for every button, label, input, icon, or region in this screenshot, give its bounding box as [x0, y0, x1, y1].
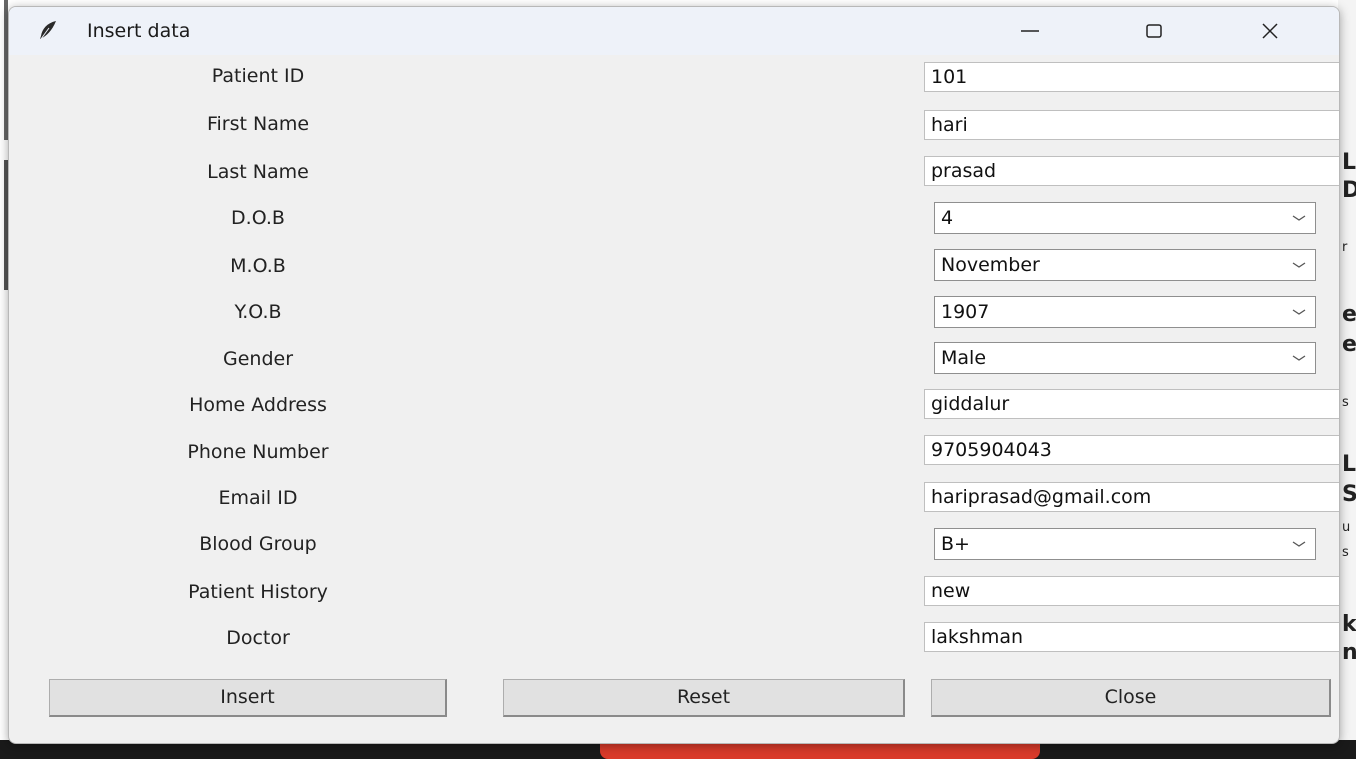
background-glyph: S: [1342, 482, 1356, 507]
background-glyph: L: [1342, 150, 1356, 175]
gender-select-value: Male: [941, 347, 987, 369]
chevron-down-icon: [1292, 309, 1306, 315]
label-patient-history: Patient History: [188, 581, 328, 603]
first-name-input[interactable]: hari: [924, 110, 1339, 140]
window-title: Insert data: [87, 20, 191, 42]
background-glyph: e: [1342, 302, 1356, 327]
background-glyph: s: [1342, 545, 1349, 560]
patient-history-input[interactable]: new: [924, 576, 1339, 606]
label-patient-id: Patient ID: [211, 65, 305, 87]
insert-data-window: Insert data Patient ID First Name Last N…: [8, 6, 1340, 744]
reset-button[interactable]: Reset: [503, 679, 905, 717]
background-glyph: u: [1342, 520, 1351, 535]
background-glyph: k: [1342, 612, 1356, 637]
blood-group-select-value: B+: [941, 533, 970, 555]
last-name-input[interactable]: prasad: [924, 156, 1339, 186]
label-blood-group: Blood Group: [199, 533, 317, 555]
title-bar[interactable]: Insert data: [9, 7, 1339, 55]
home-address-input[interactable]: giddalur: [924, 389, 1339, 419]
chevron-down-icon: [1292, 541, 1306, 547]
maximize-icon: [1146, 24, 1162, 38]
label-dob: D.O.B: [231, 207, 285, 229]
email-id-input[interactable]: hariprasad@gmail.com: [924, 482, 1339, 512]
dob-select-value: 4: [941, 207, 954, 229]
background-glyph: e: [1342, 332, 1356, 357]
feather-icon: [40, 21, 56, 40]
label-phone-number: Phone Number: [187, 441, 329, 463]
blood-group-select[interactable]: B+: [934, 528, 1316, 560]
maximize-button[interactable]: [1121, 7, 1187, 55]
close-icon: [1262, 23, 1278, 39]
doctor-input[interactable]: lakshman: [924, 622, 1339, 652]
label-home-address: Home Address: [189, 394, 327, 416]
minimize-button[interactable]: [997, 7, 1063, 55]
label-doctor: Doctor: [226, 627, 290, 649]
yob-select-value: 1907: [941, 301, 990, 323]
label-yob: Y.O.B: [234, 301, 282, 323]
mob-select[interactable]: November: [934, 249, 1316, 281]
chevron-down-icon: [1292, 215, 1306, 221]
label-mob: M.O.B: [230, 255, 286, 277]
background-glyph: n: [1342, 640, 1356, 665]
chevron-down-icon: [1292, 262, 1306, 268]
background-glyph: L: [1342, 452, 1356, 477]
background-glyph: s: [1342, 395, 1349, 410]
close-window-button[interactable]: [1237, 7, 1303, 55]
insert-button[interactable]: Insert: [49, 679, 447, 717]
label-email-id: Email ID: [218, 487, 298, 509]
close-button[interactable]: Close: [931, 679, 1331, 717]
background-glyph: D: [1342, 178, 1356, 203]
dob-select[interactable]: 4: [934, 202, 1316, 234]
minimize-icon: [1021, 30, 1039, 32]
gender-select[interactable]: Male: [934, 342, 1316, 374]
chevron-down-icon: [1292, 355, 1306, 361]
patient-id-input[interactable]: 101: [924, 62, 1339, 92]
background-window-edge: L D r e e s L S u s k n: [1338, 0, 1356, 759]
yob-select[interactable]: 1907: [934, 296, 1316, 328]
label-first-name: First Name: [206, 113, 310, 135]
label-gender: Gender: [222, 348, 294, 370]
background-glyph: r: [1342, 240, 1348, 255]
label-last-name: Last Name: [207, 161, 309, 183]
mob-select-value: November: [941, 254, 1040, 276]
phone-number-input[interactable]: 9705904043: [924, 435, 1339, 465]
